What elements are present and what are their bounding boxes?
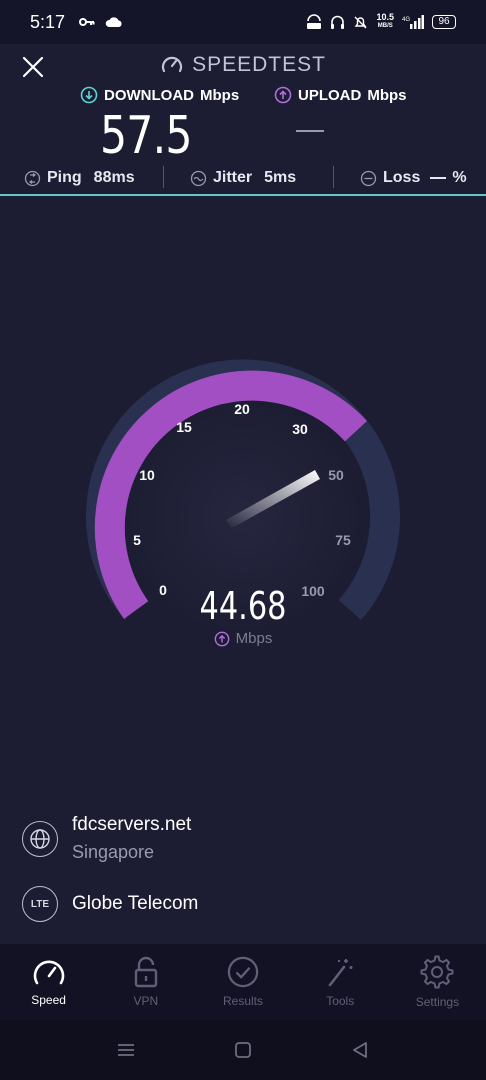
jitter-stat: Jitter 5ms <box>190 169 296 187</box>
tick-label: 30 <box>292 421 308 437</box>
tick-label: 75 <box>335 532 351 548</box>
tab-vpn[interactable]: VPN <box>97 944 194 1020</box>
mute-icon <box>354 16 367 28</box>
key-icon <box>79 18 95 26</box>
cloud-icon <box>105 17 122 27</box>
speedometer-logo-icon <box>161 56 183 73</box>
jitter-icon <box>190 170 207 186</box>
loss-icon <box>360 170 377 186</box>
loss-value-placeholder <box>430 177 447 179</box>
server-info[interactable]: fdcservers.net Singapore <box>22 814 191 863</box>
upload-value-placeholder <box>296 130 324 132</box>
status-bar: 5:17 10.5 MB/S 4G 96 <box>0 0 486 44</box>
tick-label: 20 <box>234 401 250 417</box>
lock-icon <box>134 956 157 988</box>
menu-icon[interactable] <box>116 1042 136 1058</box>
battery-indicator: 96 <box>432 15 456 29</box>
vpn-icon <box>307 14 322 29</box>
results-header: SPEEDTEST DOWNLOAD Mbps UPLOAD Mbps 57.5… <box>0 44 486 196</box>
isp-info[interactable]: LTE Globe Telecom <box>22 886 198 922</box>
speed-gauge: 0 5 10 15 20 30 50 75 100 44.68 Mbps <box>0 340 486 680</box>
stat-divider <box>163 166 164 188</box>
system-navigation-bar <box>0 1020 486 1080</box>
tick-label: 10 <box>139 467 155 483</box>
test-progress-line <box>0 194 486 196</box>
latency-stats: Ping 88ms Jitter 5ms Loss % <box>0 164 486 192</box>
current-speed: 44.68 <box>199 584 287 628</box>
speed-unit: Mbps <box>0 630 486 647</box>
app-title: SPEEDTEST <box>192 53 326 76</box>
status-time: 5:17 <box>30 11 66 32</box>
download-arrow-icon <box>80 86 98 104</box>
gauge-svg: 0 5 10 15 20 30 50 75 100 <box>86 359 400 637</box>
speedometer-icon <box>33 960 64 985</box>
back-icon[interactable] <box>350 1040 370 1060</box>
home-icon[interactable] <box>234 1041 252 1059</box>
tick-label: 15 <box>176 419 192 435</box>
upload-label: UPLOAD Mbps <box>274 86 407 104</box>
ping-stat: Ping 88ms <box>24 169 135 187</box>
ping-icon <box>24 170 41 186</box>
gear-icon <box>420 955 454 989</box>
svg-text:4G: 4G <box>402 17 410 23</box>
tick-label: 50 <box>328 467 344 483</box>
network-speed: 10.5 MB/S <box>376 12 394 30</box>
app-brand: SPEEDTEST <box>0 53 486 77</box>
server-location: Singapore <box>72 842 155 862</box>
headset-icon <box>331 15 345 29</box>
upload-arrow-icon <box>274 86 292 104</box>
signal-icon: 4G <box>402 15 424 29</box>
isp-name: Globe Telecom <box>72 893 199 914</box>
globe-icon <box>22 820 58 857</box>
download-value: 57.5 <box>100 106 192 166</box>
stat-divider <box>333 166 334 188</box>
tab-results[interactable]: Results <box>194 944 291 1020</box>
upload-arrow-icon <box>214 631 230 646</box>
download-label: DOWNLOAD Mbps <box>80 86 239 104</box>
check-circle-icon <box>227 956 259 988</box>
loss-stat: Loss % <box>360 169 467 187</box>
tab-settings[interactable]: Settings <box>389 944 486 1020</box>
bottom-tab-bar: Speed VPN Results Tools Settings <box>0 944 486 1020</box>
server-host: fdcservers.net <box>72 814 192 835</box>
magic-wand-icon <box>328 959 353 987</box>
jitter-value: 5ms <box>264 169 297 186</box>
tick-label: 5 <box>133 532 141 548</box>
ping-value: 88ms <box>93 169 135 186</box>
lte-badge-icon: LTE <box>22 886 58 922</box>
tab-speed[interactable]: Speed <box>0 944 97 1020</box>
tab-tools[interactable]: Tools <box>292 944 389 1020</box>
